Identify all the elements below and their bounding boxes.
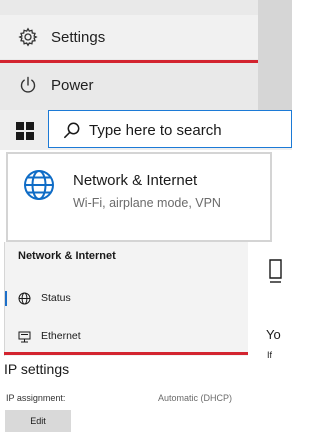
ip-settings-title: IP settings [4,361,70,377]
taskbar-search-box[interactable] [48,110,292,148]
nav-item-label: Status [41,292,71,304]
search-icon [64,122,80,139]
start-power-item[interactable]: Power [0,63,258,107]
card-subtitle: Wi-Fi, airplane mode, VPN [73,196,221,210]
status-text-clipped: If [267,350,273,360]
card-title: Network & Internet [73,172,198,189]
ethernet-icon [18,331,31,343]
network-internet-card[interactable]: Network & Internet Wi-Fi, airplane mode,… [6,152,272,242]
taskbar [0,110,292,150]
start-menu-tile-area [258,0,292,110]
start-settings-label: Settings [51,28,106,46]
nav-item-ethernet[interactable]: Ethernet [4,324,248,350]
globe-icon [24,170,54,200]
start-power-label: Power [51,76,94,94]
gear-icon [18,27,38,47]
nav-heading: Network & Internet [18,250,116,262]
settings-nav-panel: Network & Internet Status Ethernet [4,242,248,356]
nav-item-status[interactable]: Status [4,286,248,312]
start-settings-item[interactable]: Settings [0,15,258,59]
nav-panel-edge [4,242,5,356]
status-computer-icon [269,259,282,283]
status-globe-icon [18,292,31,305]
ip-edit-button[interactable]: Edit [5,410,71,432]
ip-assignment-label: IP assignment: [6,393,66,403]
ip-assignment-value: Automatic (DHCP) [158,393,233,403]
search-input[interactable] [89,119,279,141]
power-icon [20,76,36,93]
status-heading-clipped: Yo [266,327,281,342]
nav-item-label: Ethernet [41,330,81,342]
nav-highlight-bar [4,352,248,355]
windows-logo-icon[interactable] [16,122,34,140]
